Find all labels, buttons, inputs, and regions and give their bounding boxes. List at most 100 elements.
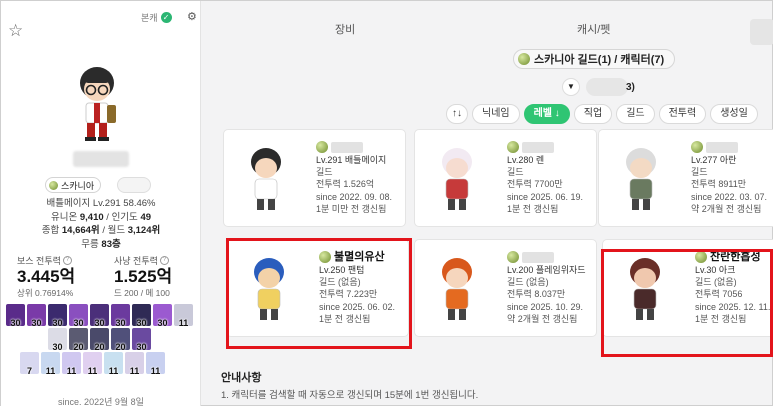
sort-guild-button[interactable]: 길드: [616, 104, 655, 124]
mureung-line: 무릉 83층: [1, 238, 201, 252]
verified-check-icon: ✓: [160, 12, 172, 23]
skill-icon[interactable]: 11: [41, 352, 60, 376]
card-updated: 약 2개월 전 갱신됨: [507, 313, 578, 324]
world-orb-icon: [518, 53, 530, 65]
character-profile-panel: ☆ 본캐 ✓ ⚙ 스카니아 배틀메이지 Lv.291 58.46% 유니온 9,…: [1, 1, 201, 406]
skill-icon[interactable]: 30: [132, 304, 151, 328]
skill-icon[interactable]: 11: [125, 352, 144, 376]
character-card[interactable]: Lv.280 렌 길드 전투력 7700만 since 2025. 06. 19. 1분…: [414, 129, 597, 227]
skill-icon[interactable]: 30: [132, 328, 151, 352]
app-frame: ☆ 본캐 ✓ ⚙ 스카니아 배틀메이지 Lv.291 58.46% 유니온 9,…: [0, 0, 773, 406]
skill-icon[interactable]: 7: [20, 352, 39, 376]
character-card[interactable]: Lv.200 플레임위자드 길드 (없음) 전투력 8.037만 since 2025…: [414, 239, 597, 337]
skill-level: 11: [87, 366, 98, 376]
filter-value-blurred[interactable]: [586, 78, 628, 96]
skill-level: 20: [94, 342, 105, 352]
skill-icon[interactable]: 30: [153, 304, 172, 328]
filter-icon[interactable]: ▼: [562, 78, 580, 96]
union-popularity: 유니온 9,410 / 인기도 49: [50, 211, 152, 223]
world-rank-label: 월드: [107, 225, 126, 236]
character-card[interactable]: Lv.291 배틀메이지 길드 전투력 1.526억 since 2022. 09. …: [223, 129, 406, 227]
mureung-label: 무릉: [81, 238, 99, 250]
help-icon[interactable]: ?: [159, 256, 169, 265]
card-name-row: [316, 140, 392, 154]
skill-icon[interactable]: 11: [104, 352, 123, 376]
card-since: since 2022. 09. 08.: [316, 191, 393, 202]
skill-level: 30: [115, 318, 126, 328]
sort-power-button[interactable]: 전투력: [658, 104, 707, 124]
sort-level-button[interactable]: 레벨 ↓: [523, 104, 570, 124]
skill-icon[interactable]: 30: [6, 304, 25, 328]
card-power: 전투력 8.037만: [507, 289, 566, 300]
card-name-row: [507, 250, 586, 264]
skill-level: 30: [73, 318, 84, 328]
sort-job-button[interactable]: 직업: [573, 104, 613, 124]
skill-icon[interactable]: 20: [69, 328, 88, 352]
card-since: since 2025. 10. 29.: [507, 301, 584, 312]
skill-icon[interactable]: 11: [146, 352, 165, 376]
character-avatar: [442, 258, 472, 320]
world-orb-icon: [507, 141, 519, 153]
character-avatar: [80, 67, 116, 141]
notice-title: 안내사항: [221, 372, 262, 384]
skill-icon[interactable]: 30: [69, 304, 88, 328]
card-text: Lv.200 플레임위자드 길드 (없음) 전투력 8.037만 since 2025…: [507, 250, 586, 325]
sort-created-button[interactable]: 생성일: [710, 104, 758, 124]
notice-line: 1. 캐릭터를 검색할 때 자동으로 갱신되며 15분에 1번 갱신됩니다.: [221, 390, 479, 401]
skill-icon[interactable]: 11: [62, 352, 81, 376]
character-avatar: [626, 148, 656, 210]
help-icon[interactable]: ?: [62, 256, 72, 265]
tab-equipment[interactable]: 장비: [335, 21, 355, 37]
card-name-row: [507, 140, 583, 154]
hunt-power-block: 사냥 전투력? 1.525억 드 200 / 메 100: [114, 254, 194, 299]
skill-level: 30: [136, 342, 147, 352]
tab-cash-pet[interactable]: 캐시/펫: [577, 21, 610, 37]
skill-level: 30: [52, 342, 63, 352]
world-orb-icon: [316, 141, 328, 153]
gear-icon[interactable]: ⚙: [187, 10, 197, 23]
skill-icon[interactable]: 30: [27, 304, 46, 328]
skill-icon[interactable]: 30: [48, 328, 67, 352]
card-power: 전투력 1.526억: [316, 179, 375, 190]
character-card[interactable]: Lv.277 아란 길드 전투력 8911만 since 2022. 03. 07. 약…: [598, 129, 773, 227]
guild-character-header: 스카니아 길드(1) / 캐릭터(7): [513, 49, 676, 69]
card-text: Lv.277 아란 길드 전투력 8911만 since 2022. 03. 07. 약…: [691, 140, 767, 215]
skill-icon[interactable]: 20: [111, 328, 130, 352]
overall-rank-label: 종합: [41, 225, 60, 236]
character-avatar: [442, 148, 472, 210]
sort-nickname-button[interactable]: 닉네임: [472, 104, 520, 124]
since-date: since. 2022년 9월 8일: [58, 397, 144, 406]
favorite-star-icon[interactable]: ☆: [8, 21, 23, 41]
hunt-power-label: 사냥 전투력: [114, 256, 158, 266]
filter-count: 3): [626, 81, 635, 93]
card-text: Lv.280 렌 길드 전투력 7700만 since 2025. 06. 19. 1분…: [507, 140, 583, 215]
card-level: Lv.291 배틀메이지: [316, 155, 387, 165]
skill-grid: 30 30 30 30 30 30 30 30 11 30 20 20 20 30 7 11 11 11 11 1…: [6, 304, 196, 376]
skill-icon[interactable]: 30: [90, 304, 109, 328]
card-level: Lv.280 렌: [507, 155, 545, 165]
skill-level: 11: [108, 366, 119, 376]
sort-toggle-button[interactable]: ↑↓: [446, 104, 468, 124]
card-guild: 길드: [507, 167, 524, 178]
hunt-power-value: 1.525억: [114, 267, 173, 286]
skill-icon[interactable]: 30: [48, 304, 67, 328]
card-updated: 1분 전 갱신됨: [507, 203, 559, 214]
card-name-blurred: [331, 141, 363, 153]
skill-icon[interactable]: 20: [90, 328, 109, 352]
skill-level: 30: [136, 318, 147, 328]
server-pill[interactable]: 스카니아: [45, 177, 102, 193]
card-since: since 2025. 06. 19.: [507, 191, 584, 202]
skill-icon[interactable]: 11: [174, 304, 193, 328]
card-level: Lv.277 아란: [691, 155, 737, 165]
main-character-badge: 본캐 ✓: [141, 11, 172, 24]
highlight-box: [226, 238, 412, 349]
world-rank-value: 3,124위: [127, 225, 161, 236]
skill-level: 11: [45, 366, 56, 376]
guild-pill-blurred[interactable]: [117, 177, 151, 193]
skill-icon[interactable]: 11: [83, 352, 102, 376]
card-guild: 길드 (없음): [507, 277, 549, 288]
header-label: 스카니아 길드(1) / 캐릭터(7): [534, 54, 665, 66]
main-content: 장비 캐시/펫 스카니아 길드(1) / 캐릭터(7) ▼ 3) ↑↓ 닉네임 …: [202, 1, 773, 406]
world-orb-icon: [507, 251, 519, 263]
skill-icon[interactable]: 30: [111, 304, 130, 328]
